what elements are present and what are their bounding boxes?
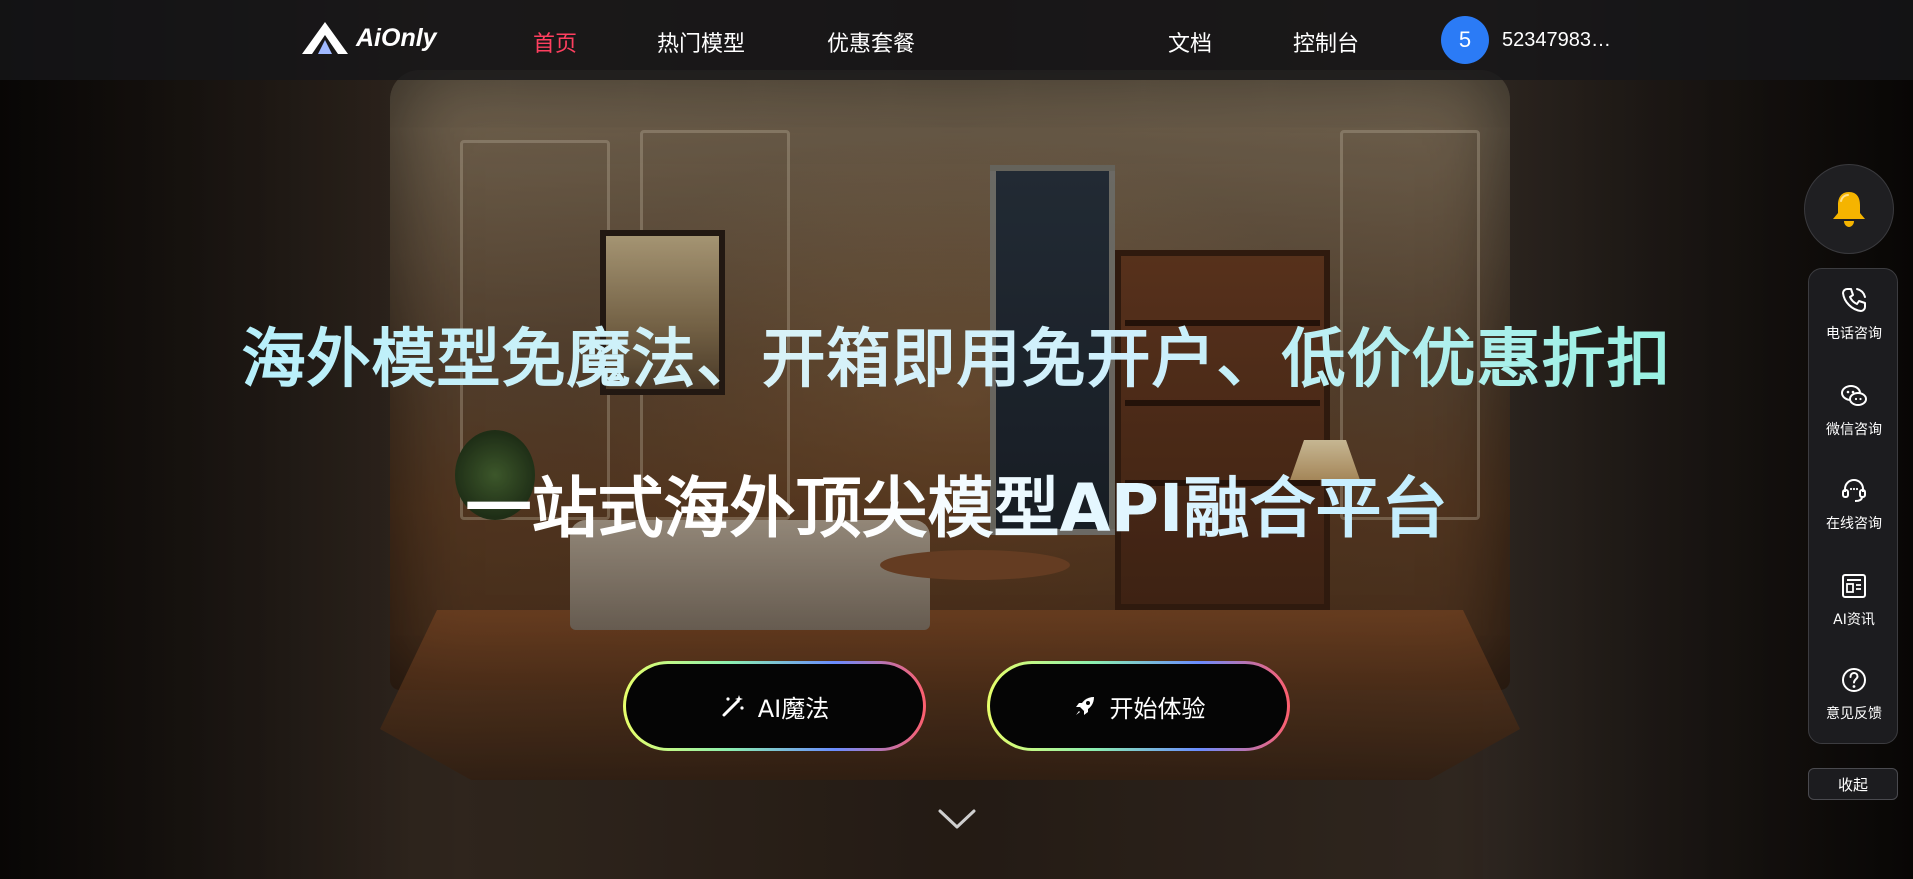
phone-consult-label: 电话咨询 (1826, 326, 1882, 342)
hero-background (0, 0, 1913, 879)
online-consult-button[interactable]: 在线咨询 (1809, 459, 1899, 549)
ai-news-button[interactable]: AI资讯 (1809, 555, 1899, 645)
bell-icon (1833, 192, 1865, 227)
logo-mark-icon (302, 22, 348, 54)
question-icon (1842, 668, 1866, 692)
nav-link-docs[interactable]: 文档 (1168, 26, 1212, 58)
nav-link-console[interactable]: 控制台 (1293, 26, 1359, 58)
chevron-down-icon[interactable] (937, 806, 977, 832)
online-consult-label: 在线咨询 (1826, 516, 1882, 532)
collapse-button[interactable]: 收起 (1808, 768, 1898, 800)
start-experience-button-label: 开始体验 (1109, 694, 1206, 723)
ai-magic-button-label: AI魔法 (757, 694, 830, 723)
logo-text: AiOnly (356, 23, 437, 52)
news-icon (1842, 574, 1866, 598)
avatar[interactable]: 5 (1441, 16, 1489, 64)
background-dim-overlay (0, 0, 1913, 879)
phone-consult-button[interactable]: 电话咨询 (1809, 269, 1899, 359)
start-experience-button-inner: 开始体验 (990, 664, 1287, 748)
magic-wand-icon (722, 695, 744, 717)
username[interactable]: 52347983… (1502, 29, 1611, 52)
phone-icon (1842, 288, 1866, 312)
wechat-consult-button[interactable]: 微信咨询 (1809, 365, 1899, 455)
ai-magic-button-inner: AI魔法 (626, 664, 923, 748)
feedback-button[interactable]: 意见反馈 (1809, 649, 1899, 739)
hero-headline-2: 一站式海外顶尖模型API融合平台 (0, 455, 1913, 551)
notification-bell-button[interactable] (1804, 164, 1894, 254)
hero-headline-1: 海外模型免魔法、开箱即用免开户、低价优惠折扣 (0, 308, 1913, 400)
wechat-icon (1841, 385, 1867, 406)
wechat-consult-label: 微信咨询 (1826, 422, 1882, 438)
start-experience-button[interactable]: 开始体验 (987, 661, 1290, 751)
floating-contact-bar: 电话咨询 微信咨询 在线咨询 AI资讯 意见反馈 (1808, 268, 1898, 744)
nav-link-home[interactable]: 首页 (533, 26, 577, 58)
rocket-icon (1075, 697, 1094, 715)
logo[interactable]: AiOnly (300, 20, 437, 56)
top-navbar: AiOnly 首页 热门模型 优惠套餐 文档 控制台 5 52347983… (0, 0, 1913, 80)
feedback-label: 意见反馈 (1826, 706, 1882, 722)
ai-magic-button[interactable]: AI魔法 (623, 661, 926, 751)
nav-link-packages[interactable]: 优惠套餐 (827, 26, 915, 58)
ai-news-label: AI资讯 (1833, 612, 1875, 628)
headset-icon (1842, 478, 1866, 502)
nav-link-hot-models[interactable]: 热门模型 (657, 26, 745, 58)
